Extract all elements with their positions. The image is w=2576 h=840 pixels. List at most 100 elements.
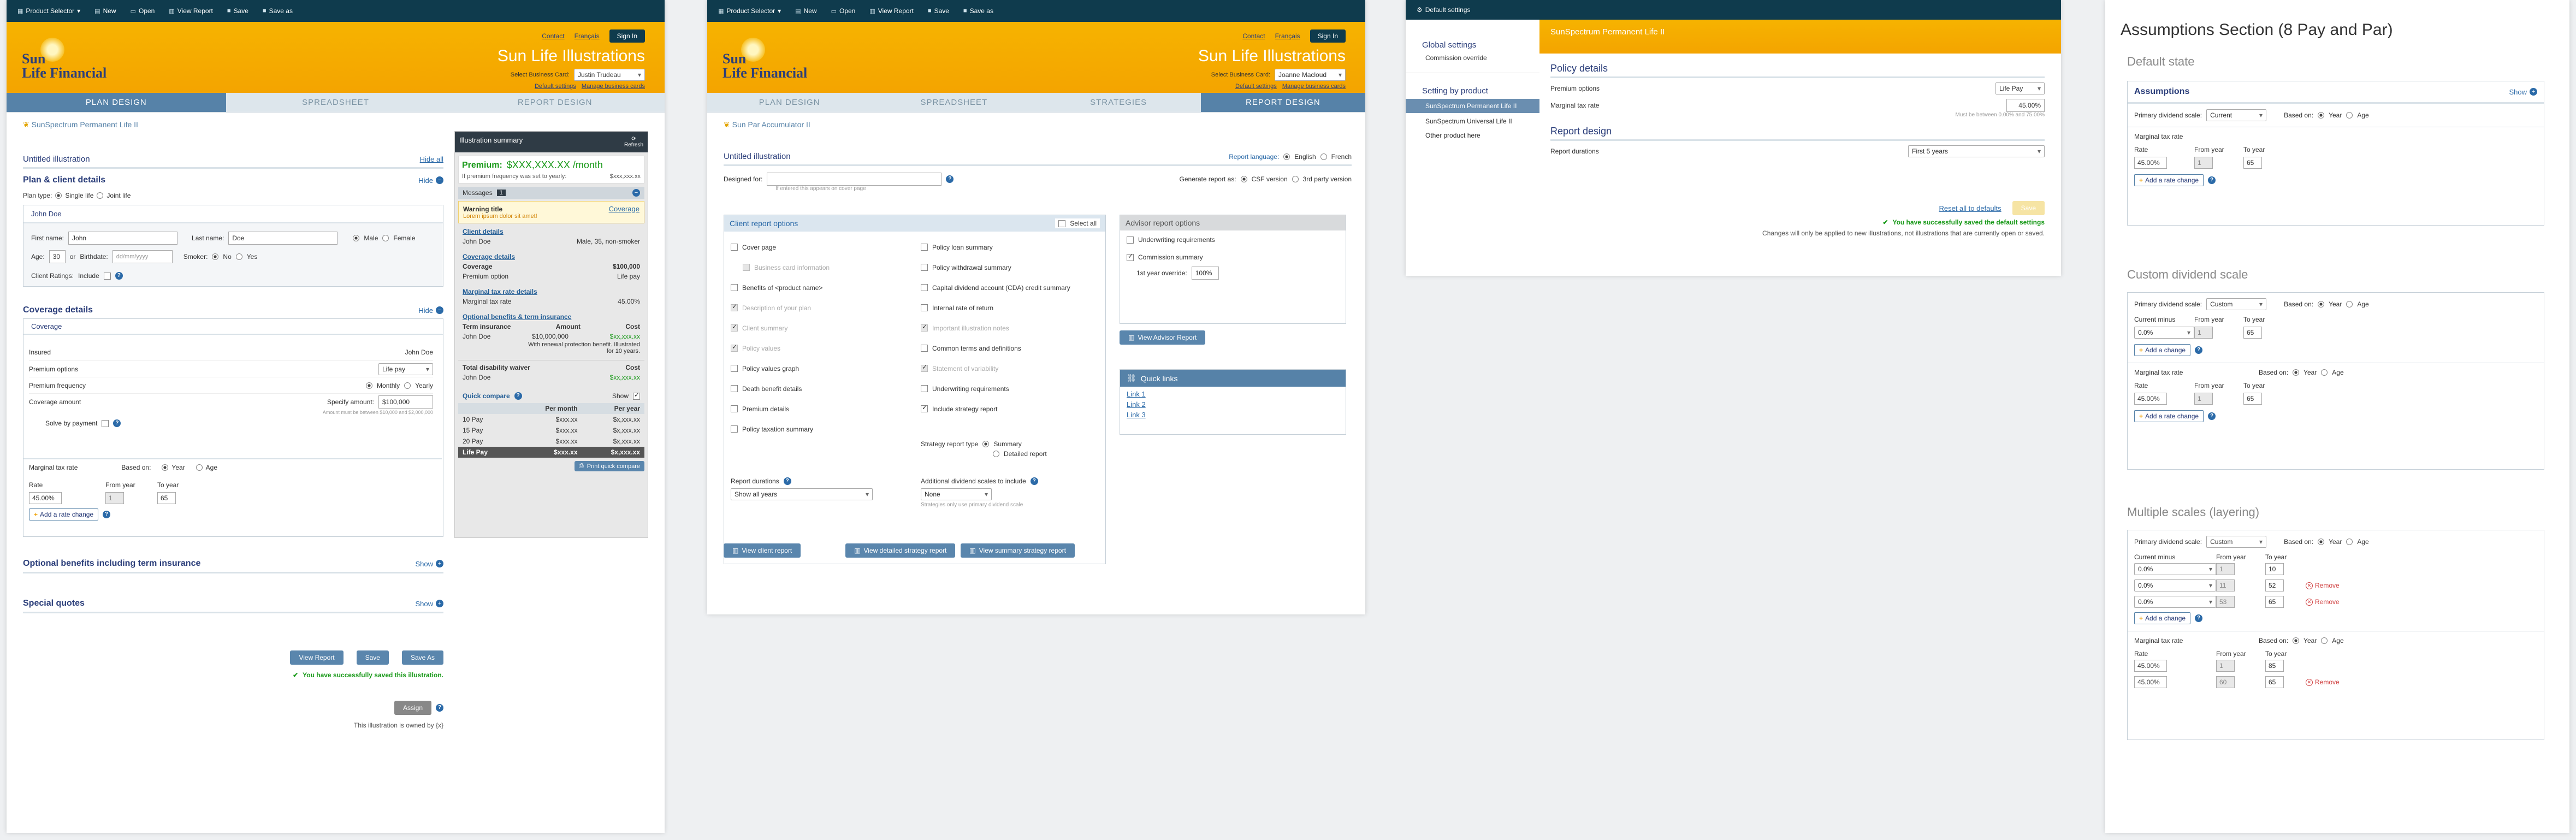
report-option-checkbox[interactable]: [921, 284, 928, 291]
birthdate-input[interactable]: dd/mm/yyyy: [112, 250, 173, 263]
help-icon[interactable]: ?: [514, 392, 522, 400]
english-radio[interactable]: [1283, 153, 1290, 160]
report-durations-select[interactable]: Show all years: [731, 488, 873, 500]
designed-for-input[interactable]: [767, 173, 942, 186]
report-option-checkbox[interactable]: [731, 303, 738, 311]
open-button[interactable]: ▭ Open: [831, 7, 856, 15]
age-radio[interactable]: [2321, 369, 2328, 376]
select-all-checkbox[interactable]: [1058, 220, 1066, 227]
view-client-report-button[interactable]: ▥ View client report: [724, 543, 801, 558]
help-icon[interactable]: ?: [946, 175, 954, 183]
product-selector-menu[interactable]: ▦ Product Selector ▾: [17, 7, 80, 15]
quick-link-3[interactable]: Link 3: [1127, 411, 1339, 419]
report-option-item[interactable]: Cover page: [731, 237, 911, 257]
current-minus-select[interactable]: 0.0%: [2134, 596, 2216, 608]
to-year-input[interactable]: 65: [2243, 157, 2262, 169]
francais-link[interactable]: Français: [1275, 32, 1300, 40]
summary-radio[interactable]: [982, 441, 990, 447]
report-option-checkbox[interactable]: [743, 264, 750, 271]
age-radio[interactable]: [2346, 112, 2353, 119]
rate-input[interactable]: 45.00%: [29, 492, 62, 504]
report-option-checkbox[interactable]: [731, 405, 738, 412]
qc-show-checkbox[interactable]: [633, 391, 640, 400]
report-option-checkbox[interactable]: [731, 284, 738, 291]
report-option-item[interactable]: Common terms and definitions: [921, 338, 1101, 358]
manage-cards-link[interactable]: Manage business cards: [1282, 83, 1346, 90]
save-as-button[interactable]: ■ Save as: [263, 7, 293, 15]
smoker-yes-radio[interactable]: [235, 253, 242, 260]
report-option-checkbox[interactable]: [731, 425, 738, 433]
business-card-select[interactable]: Justin Trudeau: [574, 69, 645, 81]
report-option-item[interactable]: Policy values graph: [731, 358, 911, 378]
client-details-link[interactable]: Client details: [458, 227, 644, 236]
report-option-checkbox[interactable]: [921, 244, 928, 251]
help-icon[interactable]: ?: [2208, 412, 2216, 420]
view-report-button[interactable]: View Report: [290, 650, 344, 665]
add-rate-change-button[interactable]: + Add a rate change: [2134, 174, 2204, 186]
report-option-item[interactable]: Underwriting requirements: [921, 378, 1101, 399]
view-report-button[interactable]: ▥ View Report: [869, 7, 914, 15]
report-option-checkbox[interactable]: [921, 345, 928, 352]
rate-input[interactable]: 45.00%: [2134, 660, 2167, 672]
to-year-input[interactable]: 85: [2265, 660, 2284, 672]
refresh-button[interactable]: ⟳ Refresh: [624, 136, 643, 148]
to-year-input[interactable]: 65: [2265, 676, 2284, 688]
year-radio[interactable]: [162, 464, 169, 471]
report-option-item[interactable]: Client summary: [731, 318, 911, 338]
hide-plan-client[interactable]: Hide −: [418, 176, 443, 185]
save-button[interactable]: Save: [356, 650, 389, 665]
report-option-item[interactable]: Policy loan summary: [921, 237, 1101, 257]
view-summary-strategy-button[interactable]: ▥ View summary strategy report: [961, 543, 1075, 558]
yearly-radio[interactable]: [404, 382, 411, 389]
commission-checkbox[interactable]: [1127, 252, 1134, 261]
remove-button[interactable]: ✕ Remove: [2306, 598, 2340, 606]
female-radio[interactable]: [382, 235, 389, 241]
contact-link[interactable]: Contact: [542, 32, 564, 40]
save-button[interactable]: ■ Save: [227, 7, 248, 15]
french-radio[interactable]: [1320, 153, 1327, 160]
to-year-input[interactable]: 52: [2265, 579, 2284, 591]
first-name-input[interactable]: John: [68, 232, 178, 245]
male-radio[interactable]: [353, 235, 360, 241]
sign-in-button[interactable]: Sign In: [609, 29, 645, 43]
detailed-report-radio[interactable]: [993, 451, 999, 457]
contact-link[interactable]: Contact: [1242, 32, 1265, 40]
to-year-input[interactable]: 65: [157, 492, 176, 504]
underwriting-checkbox[interactable]: [1127, 236, 1134, 244]
report-option-item[interactable]: Description of your plan: [731, 298, 911, 318]
report-option-checkbox[interactable]: [921, 304, 928, 311]
report-option-item[interactable]: Benefits of <product name>: [731, 277, 911, 298]
year-radio[interactable]: [2293, 637, 2300, 644]
current-minus-select[interactable]: 0.0%: [2134, 563, 2216, 575]
remove-button[interactable]: ✕ Remove: [2306, 678, 2340, 686]
report-option-checkbox[interactable]: [731, 323, 738, 332]
report-option-checkbox[interactable]: [921, 385, 928, 392]
report-option-checkbox[interactable]: [731, 365, 738, 372]
smoker-no-radio[interactable]: [212, 253, 219, 260]
report-option-checkbox[interactable]: [921, 323, 928, 332]
report-option-item[interactable]: Policy taxation summary: [731, 419, 911, 439]
coverage-link[interactable]: Coverage: [609, 205, 639, 213]
show-special-quotes[interactable]: Show +: [415, 600, 443, 608]
rate-input[interactable]: 45.00%: [2134, 676, 2167, 688]
to-year-input[interactable]: 65: [2265, 596, 2284, 608]
csf-version-radio[interactable]: [1240, 176, 1247, 182]
manage-cards-link[interactable]: Manage business cards: [582, 83, 645, 90]
quick-link-2[interactable]: Link 2: [1127, 400, 1339, 409]
primary-div-select[interactable]: Custom: [2206, 298, 2267, 310]
save-button[interactable]: Save: [2012, 201, 2045, 215]
hide-all-link[interactable]: Hide all: [420, 155, 443, 163]
report-option-checkbox[interactable]: [921, 404, 928, 412]
tab-plan-design[interactable]: PLAN DESIGN: [707, 93, 872, 112]
report-option-item[interactable]: Capital dividend account (CDA) credit su…: [921, 277, 1101, 298]
optional-benefits-link[interactable]: Optional benefits & term insurance: [458, 312, 644, 322]
coverage-details-link[interactable]: Coverage details: [458, 252, 644, 262]
default-settings-link[interactable]: Default settings: [535, 83, 576, 90]
age-radio[interactable]: [2346, 539, 2353, 545]
age-input[interactable]: 30: [49, 250, 66, 263]
primary-div-select[interactable]: Custom: [2206, 536, 2267, 548]
report-option-item[interactable]: Business card information: [731, 257, 911, 277]
help-icon[interactable]: ?: [2195, 614, 2203, 622]
report-option-item[interactable]: Policy values: [731, 338, 911, 358]
age-radio[interactable]: [196, 464, 203, 471]
